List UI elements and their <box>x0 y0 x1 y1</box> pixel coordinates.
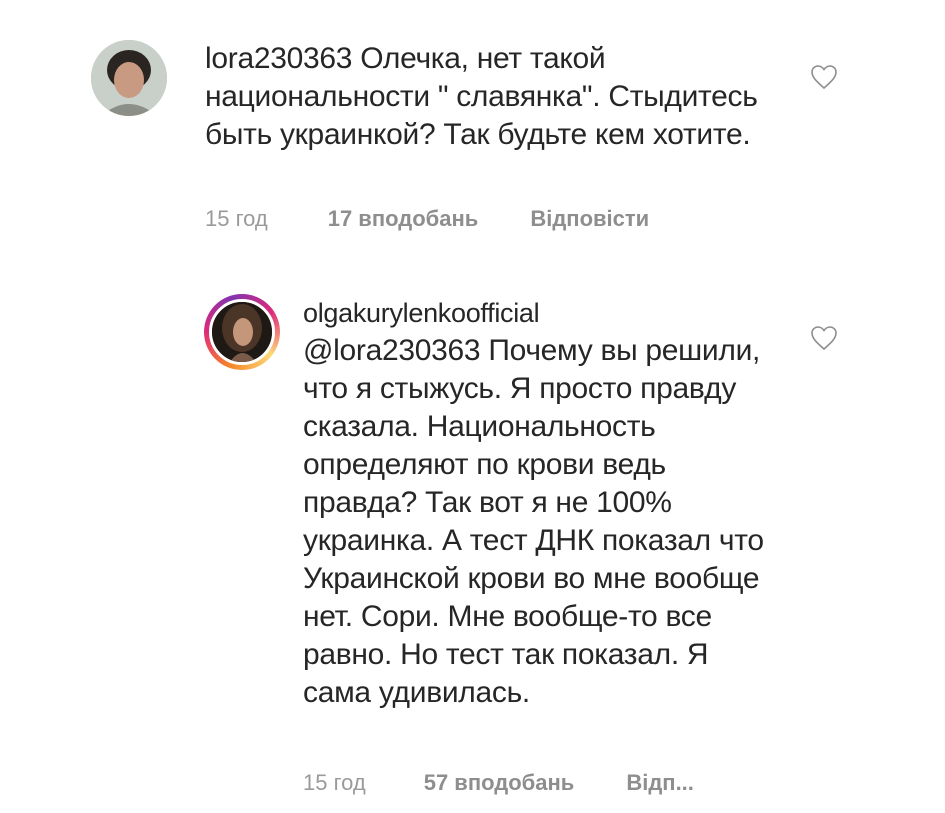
avatar-image <box>91 40 167 116</box>
comment-2-mention[interactable]: @lora230363 <box>303 334 481 367</box>
comment-1-username[interactable]: lora230363 <box>205 42 352 75</box>
comment-1-likes[interactable]: 17 вподобань <box>328 206 479 232</box>
heart-outline-icon[interactable] <box>810 325 838 351</box>
comment-1-text: lora230363 Олечка, нет такой национально… <box>205 40 785 154</box>
comment-2-time: 15 год <box>303 770 366 795</box>
comment-2-text: olgakurylenkoofficial @lora230363 Почему… <box>303 294 773 712</box>
avatar-lora230363[interactable] <box>91 40 167 116</box>
avatar-olgakurylenkoofficial[interactable] <box>209 299 275 365</box>
comment-1-reply-button[interactable]: Відповісти <box>530 206 649 232</box>
comment-1-time: 15 год <box>205 206 268 231</box>
comment-2-reply-button[interactable]: Відп... <box>626 770 694 796</box>
avatar-image <box>212 302 272 362</box>
comment-1-meta: 15 год 17 вподобань Відповісти <box>205 206 649 232</box>
heart-outline-icon[interactable] <box>810 64 838 90</box>
comment-2-meta: 15 год 57 вподобань Відп... <box>303 770 694 796</box>
comment-2-body: Почему вы решили, что я стыжусь. Я прост… <box>303 334 764 709</box>
comment-2-likes[interactable]: 57 вподобань <box>424 770 575 796</box>
comment-2-username[interactable]: olgakurylenkoofficial <box>303 294 773 332</box>
